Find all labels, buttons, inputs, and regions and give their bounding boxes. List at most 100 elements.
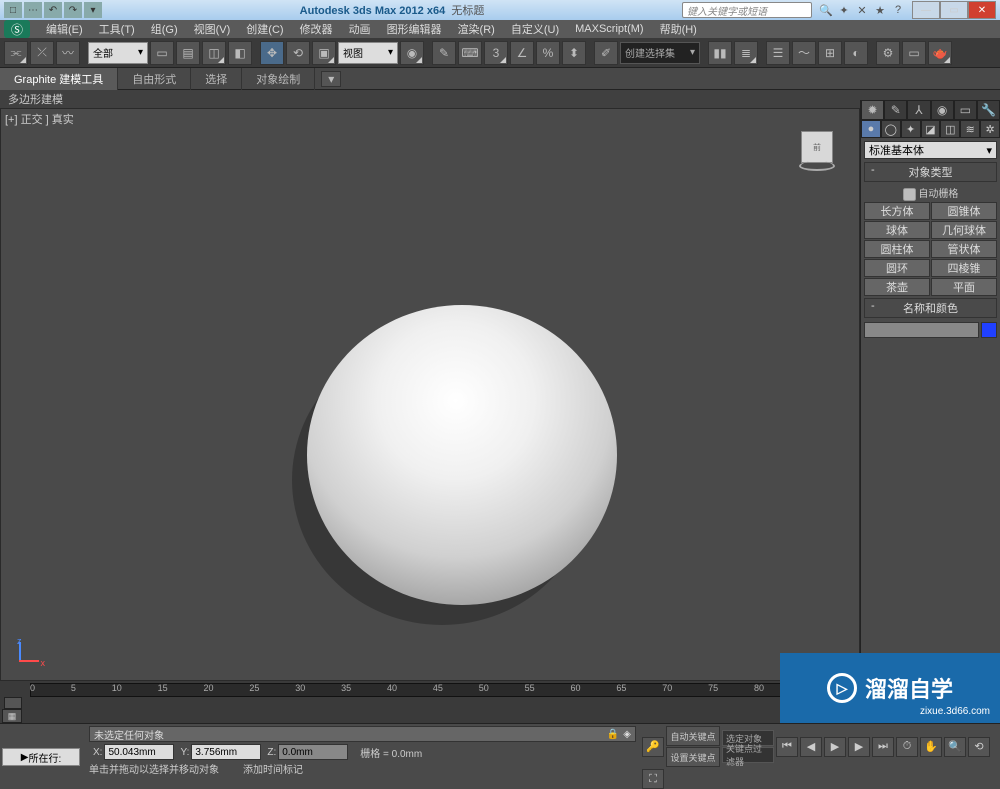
- favorite-icon[interactable]: ★: [872, 2, 888, 18]
- exchange-icon[interactable]: ✕: [854, 2, 870, 18]
- name-color-rollout[interactable]: 名称和颜色: [864, 298, 997, 318]
- angle-snap-icon[interactable]: ∠: [510, 41, 534, 65]
- prev-frame-icon[interactable]: ◀: [800, 737, 822, 757]
- menu-item[interactable]: 自定义(U): [503, 21, 567, 37]
- menu-item[interactable]: MAXScript(M): [567, 23, 651, 35]
- viewport-label[interactable]: [+] 正交 ] 真实: [5, 111, 74, 127]
- menu-item[interactable]: 修改器: [292, 21, 341, 37]
- menu-item[interactable]: 图形编辑器: [379, 21, 450, 37]
- primitive-button[interactable]: 四棱锥: [931, 259, 997, 277]
- viewcube[interactable]: 前: [793, 127, 841, 175]
- spacewarps-subtab-icon[interactable]: ≋: [960, 120, 980, 138]
- primitive-button[interactable]: 球体: [864, 221, 930, 239]
- minimize-button[interactable]: —: [912, 1, 940, 19]
- viewport[interactable]: [+] 正交 ] 真实 前 zx: [0, 108, 860, 681]
- viewcube-face[interactable]: 前: [801, 131, 833, 163]
- primitive-button[interactable]: 几何球体: [931, 221, 997, 239]
- create-tab-icon[interactable]: ✹: [861, 100, 884, 120]
- key-icon[interactable]: 🔑: [642, 737, 664, 757]
- category-dropdown[interactable]: 标准基本体: [864, 141, 997, 159]
- next-frame-icon[interactable]: ▶: [848, 737, 870, 757]
- unlink-icon[interactable]: ⤫: [30, 41, 54, 65]
- percent-snap-icon[interactable]: %: [536, 41, 560, 65]
- systems-subtab-icon[interactable]: ✲: [980, 120, 1000, 138]
- menu-item[interactable]: 组(G): [143, 21, 186, 37]
- autogrid-checkbox[interactable]: 自动栅格: [861, 184, 1000, 202]
- menu-item[interactable]: 工具(T): [91, 21, 143, 37]
- maximize-button[interactable]: ▭: [940, 1, 968, 19]
- search-icon[interactable]: 🔍: [818, 2, 834, 18]
- primitive-button[interactable]: 平面: [931, 278, 997, 296]
- primitive-button[interactable]: 圆环: [864, 259, 930, 277]
- schematic-view-icon[interactable]: ⊞: [818, 41, 842, 65]
- script-line-button[interactable]: ▶ 所在行:: [2, 748, 80, 766]
- time-slider[interactable]: [4, 697, 22, 709]
- select-name-icon[interactable]: ▤: [176, 41, 200, 65]
- layers-icon[interactable]: ☰: [766, 41, 790, 65]
- bind-spacewarp-icon[interactable]: 〰: [56, 41, 80, 65]
- menu-item[interactable]: 视图(V): [186, 21, 239, 37]
- help-icon[interactable]: ?: [890, 2, 906, 18]
- primitive-button[interactable]: 长方体: [864, 202, 930, 220]
- qat-redo-icon[interactable]: ↷: [64, 2, 82, 18]
- application-menu-icon[interactable]: Ⓢ: [4, 20, 30, 38]
- menu-item[interactable]: 帮助(H): [652, 21, 705, 37]
- cameras-subtab-icon[interactable]: ◪: [921, 120, 941, 138]
- snap-toggle-icon[interactable]: 3: [484, 41, 508, 65]
- rotate-icon[interactable]: ⟲: [286, 41, 310, 65]
- object-color-swatch[interactable]: [981, 322, 997, 338]
- primitive-button[interactable]: 茶壶: [864, 278, 930, 296]
- lights-subtab-icon[interactable]: ✦: [901, 120, 921, 138]
- close-button[interactable]: ✕: [968, 1, 996, 19]
- selection-filter-dropdown[interactable]: 全部: [88, 42, 148, 64]
- help-search-input[interactable]: 键入关键字或短语: [682, 2, 812, 18]
- named-selection-dropdown[interactable]: 创建选择集: [620, 42, 700, 64]
- lock-icon[interactable]: 🔒: [607, 729, 619, 740]
- ribbon-tab[interactable]: 对象绘制: [242, 68, 315, 90]
- keyboard-shortcut-icon[interactable]: ⌨: [458, 41, 482, 65]
- qat-more-icon[interactable]: ▾: [84, 2, 102, 18]
- helpers-subtab-icon[interactable]: ◫: [940, 120, 960, 138]
- select-icon[interactable]: ▭: [150, 41, 174, 65]
- primitive-button[interactable]: 圆锥体: [931, 202, 997, 220]
- menu-item[interactable]: 渲染(R): [450, 21, 503, 37]
- autokey-button[interactable]: 自动关键点: [666, 726, 720, 746]
- link-icon[interactable]: ⫘: [4, 41, 28, 65]
- display-tab-icon[interactable]: ▭: [954, 100, 977, 120]
- modify-tab-icon[interactable]: ✎: [884, 100, 907, 120]
- menu-item[interactable]: 动画: [341, 21, 379, 37]
- y-coord-input[interactable]: 3.756mm: [191, 744, 261, 760]
- object-type-rollout[interactable]: 对象类型: [864, 162, 997, 182]
- window-crossing-icon[interactable]: ◧: [228, 41, 252, 65]
- ribbon-tab[interactable]: 选择: [191, 68, 242, 90]
- edit-named-sel-icon[interactable]: ✐: [594, 41, 618, 65]
- keyfilter-dropdown[interactable]: 关键点过滤器: [722, 747, 774, 763]
- primitive-button[interactable]: 管状体: [931, 240, 997, 258]
- subscription-icon[interactable]: ✦: [836, 2, 852, 18]
- x-coord-input[interactable]: 50.043mm: [104, 744, 174, 760]
- utilities-tab-icon[interactable]: 🔧: [977, 100, 1000, 120]
- geometry-subtab-icon[interactable]: ●: [861, 120, 881, 138]
- zoom-icon[interactable]: 🔍: [944, 737, 966, 757]
- ref-coord-dropdown[interactable]: 视图: [338, 42, 398, 64]
- play-icon[interactable]: ▶: [824, 737, 846, 757]
- ribbon-tab[interactable]: 自由形式: [118, 68, 191, 90]
- scale-icon[interactable]: ▣: [312, 41, 336, 65]
- select-region-icon[interactable]: ◫: [202, 41, 226, 65]
- object-name-input[interactable]: [864, 322, 979, 338]
- goto-end-icon[interactable]: ⏭: [872, 737, 894, 757]
- ribbon-tab[interactable]: Graphite 建模工具: [0, 68, 118, 90]
- goto-start-icon[interactable]: ⏮: [776, 737, 798, 757]
- time-config-icon[interactable]: ⏱: [896, 737, 918, 757]
- move-icon[interactable]: ✥: [260, 41, 284, 65]
- orbit-icon[interactable]: ⟲: [968, 737, 990, 757]
- qat-open-icon[interactable]: ⋯: [24, 2, 42, 18]
- ribbon-min-icon[interactable]: ▾: [321, 71, 341, 87]
- maximize-viewport-icon[interactable]: ⛶: [642, 769, 664, 789]
- align-icon[interactable]: ≣: [734, 41, 758, 65]
- hierarchy-tab-icon[interactable]: ⅄: [907, 100, 930, 120]
- qat-new-icon[interactable]: □: [4, 2, 22, 18]
- pan-icon[interactable]: ✋: [920, 737, 942, 757]
- isolate-icon[interactable]: ◈: [623, 729, 631, 740]
- pivot-icon[interactable]: ◉: [400, 41, 424, 65]
